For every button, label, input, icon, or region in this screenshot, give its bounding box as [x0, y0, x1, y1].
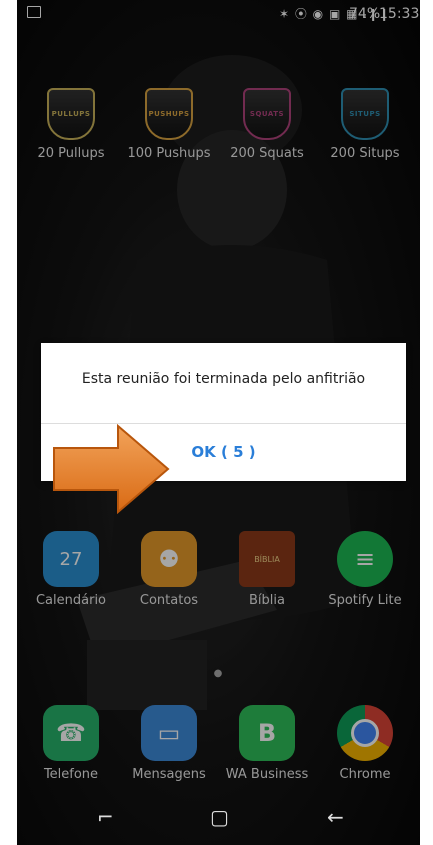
- home-icon[interactable]: ▢: [210, 805, 229, 829]
- orange-arrow-annotation: [53, 424, 170, 514]
- phone-screen: ✶ ⦿ ◉ ▣ ▦ .❙❙ 74% 15:33 PULLUPS 20 Pullu…: [17, 0, 420, 845]
- recent-apps-icon[interactable]: ⌐: [97, 805, 114, 829]
- back-icon[interactable]: ←: [327, 805, 344, 829]
- dialog-message: Esta reunião foi terminada pelo anfitriã…: [81, 371, 366, 387]
- navigation-bar: ⌐ ▢ ←: [17, 791, 420, 845]
